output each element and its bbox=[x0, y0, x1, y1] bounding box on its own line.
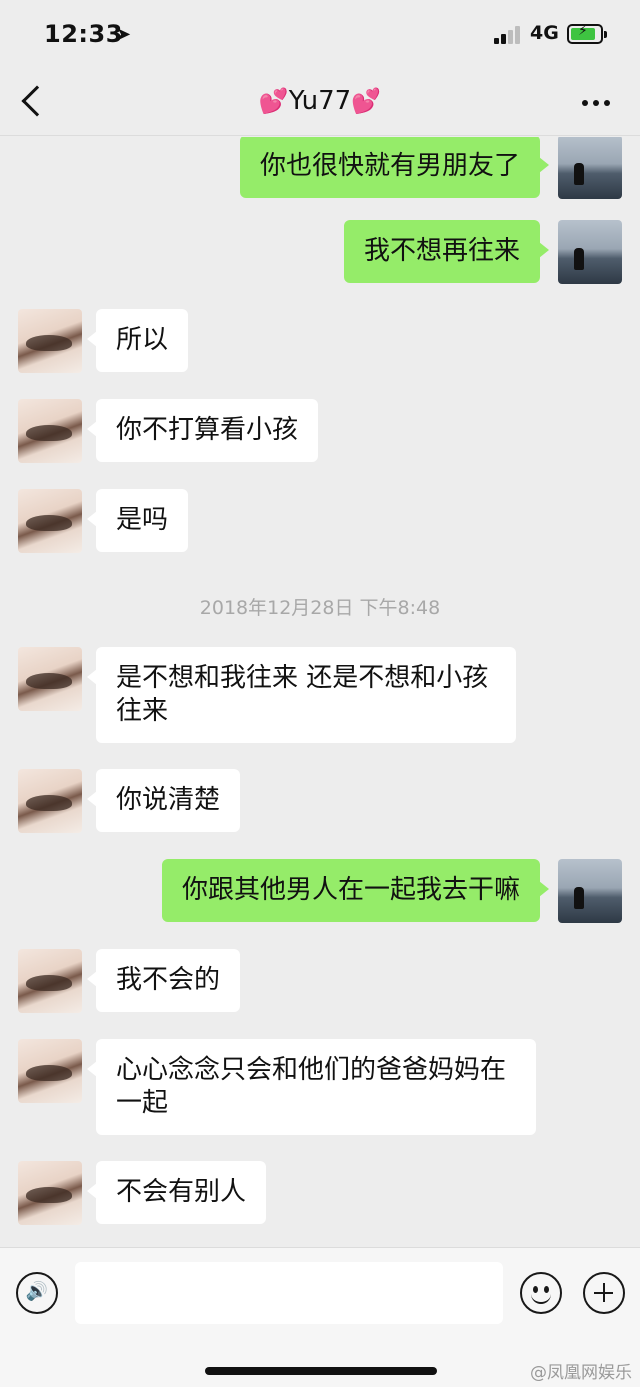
contact-avatar[interactable] bbox=[18, 1039, 82, 1103]
my-avatar[interactable] bbox=[558, 859, 622, 923]
received-message[interactable]: 我不会的 bbox=[86, 949, 241, 1012]
contact-avatar[interactable] bbox=[18, 647, 82, 711]
input-bar: 🔊 @凤凰网娱乐 bbox=[0, 1247, 640, 1387]
sent-message[interactable]: 我不想再往来 bbox=[343, 220, 550, 283]
received-message[interactable]: 不会有别人 bbox=[86, 1161, 267, 1224]
chat-title: 💕Yu77💕 bbox=[0, 86, 640, 116]
chat-header: 💕Yu77💕 bbox=[0, 70, 640, 136]
contact-avatar[interactable] bbox=[18, 309, 82, 373]
my-avatar[interactable] bbox=[558, 137, 622, 199]
received-message[interactable]: 你不打算看小孩 bbox=[86, 399, 319, 462]
received-message[interactable]: 心心念念只会和他们的爸爸妈妈在一起 bbox=[87, 1039, 536, 1135]
message-list[interactable]: 你也很快就有男朋友了 我不想再往来 所以 你不打算看小孩 是吗 2018年12月… bbox=[0, 137, 640, 1247]
network-type: 4G bbox=[530, 22, 559, 44]
contact-name: Yu77 bbox=[288, 86, 352, 116]
contact-avatar[interactable] bbox=[18, 399, 82, 463]
contact-avatar[interactable] bbox=[18, 1161, 82, 1225]
my-avatar[interactable] bbox=[558, 220, 622, 284]
battery-icon: ⚡ bbox=[567, 23, 607, 44]
signal-strength-icon bbox=[494, 26, 524, 44]
sent-message[interactable]: 你跟其他男人在一起我去干嘛 bbox=[161, 859, 550, 922]
message-input[interactable] bbox=[75, 1262, 503, 1324]
watermark-text: @凤凰网娱乐 bbox=[530, 1363, 632, 1383]
message-timestamp: 2018年12月28日 下午8:48 bbox=[199, 597, 441, 619]
status-bar: 12:33 ➤ 4G ⚡ bbox=[0, 0, 640, 70]
sent-message[interactable]: 你也很快就有男朋友了 bbox=[239, 137, 550, 198]
more-options-icon[interactable] bbox=[582, 100, 610, 106]
contact-avatar[interactable] bbox=[18, 949, 82, 1013]
home-indicator[interactable] bbox=[205, 1367, 437, 1375]
received-message[interactable]: 所以 bbox=[86, 309, 189, 372]
status-time: 12:33 bbox=[44, 20, 123, 48]
location-arrow-icon: ➤ bbox=[116, 24, 132, 45]
heart-emoji: 💕 bbox=[258, 87, 289, 115]
voice-input-icon[interactable]: 🔊 bbox=[16, 1272, 58, 1314]
add-attachment-icon[interactable] bbox=[583, 1272, 625, 1314]
contact-avatar[interactable] bbox=[18, 769, 82, 833]
contact-avatar[interactable] bbox=[18, 489, 82, 553]
emoji-icon[interactable] bbox=[520, 1272, 562, 1314]
received-message[interactable]: 是吗 bbox=[86, 489, 189, 552]
received-message[interactable]: 是不想和我往来 还是不想和小孩往来 bbox=[87, 647, 516, 743]
received-message[interactable]: 你说清楚 bbox=[86, 769, 241, 832]
heart-emoji: 💕 bbox=[351, 87, 382, 115]
